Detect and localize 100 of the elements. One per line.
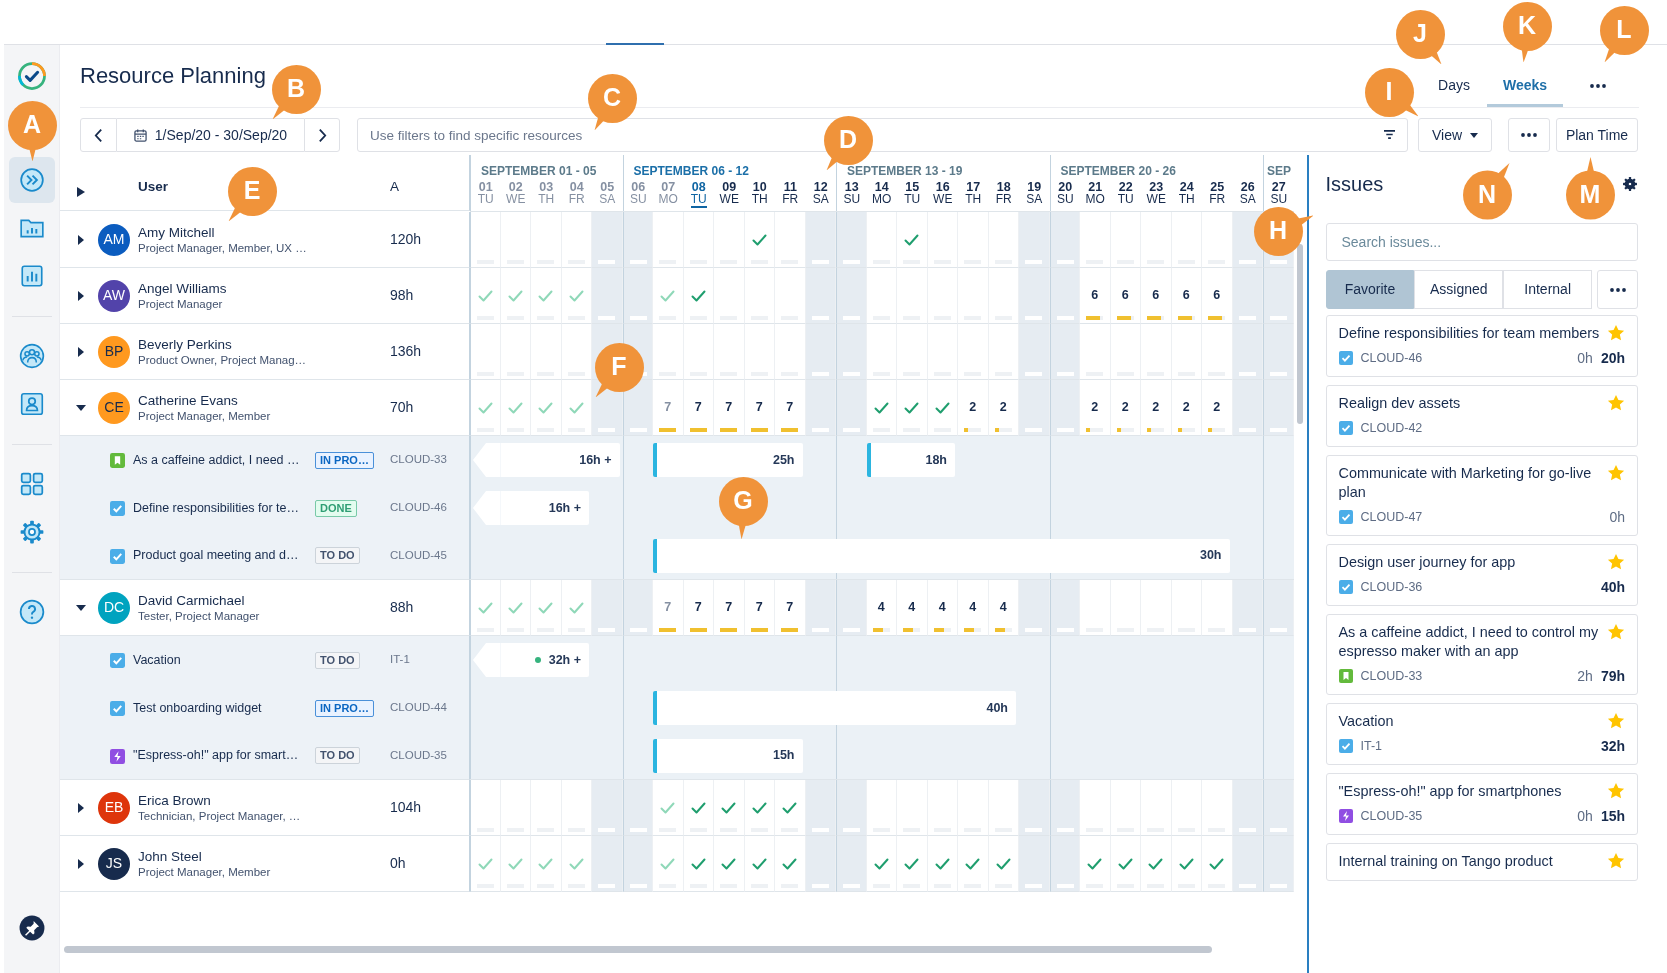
bar-segment[interactable] [653, 538, 684, 573]
filter-tab[interactable]: Internal [1503, 270, 1593, 309]
issue-card[interactable]: Realign dev assets CLOUD-42 [1325, 385, 1638, 447]
issue-card[interactable]: Design user journey for app CLOUD-36 40h [1325, 544, 1638, 606]
weekday-label: TH [965, 193, 982, 208]
time-spent: 0h [1577, 806, 1593, 826]
hours-value: 2 [1121, 399, 1129, 417]
issue-card[interactable]: Communicate with Marketing for go-live plan CLOUD-47 0h [1325, 455, 1638, 536]
view-tab[interactable]: Days [1424, 67, 1484, 107]
caret-icon[interactable] [76, 235, 86, 246]
issue-row[interactable]: Vacation TO DO IT-1 [60, 636, 470, 684]
bar-segment[interactable] [653, 443, 684, 477]
issue-row[interactable]: Product goal meeting and d… TO DO CLOUD-45 [60, 532, 470, 580]
previous-button[interactable] [80, 118, 117, 152]
user-roles: Technician, Project Manager, … [138, 808, 302, 823]
caret-icon [1470, 132, 1479, 138]
check-icon [690, 801, 706, 814]
issue-card[interactable]: Define responsibilities for team members CLOUD-46 0h 20h [1325, 315, 1638, 377]
day-cell [836, 268, 867, 324]
callout-tooltip: H [1253, 206, 1313, 256]
date-range-button[interactable]: 1/Sep/20 - 30/Sep/20 [117, 118, 304, 152]
bar-segment[interactable]: 16h + [531, 491, 589, 525]
filter-icon[interactable] [1383, 129, 1396, 140]
logo-icon [16, 61, 47, 91]
bar-segment[interactable]: 16h + [561, 443, 620, 477]
issue-row[interactable]: Test onboarding widget IN PRO… CLOUD-44 [60, 684, 470, 732]
caret-icon[interactable] [76, 347, 86, 358]
time-estimate: 20h [1600, 348, 1625, 368]
issue-row[interactable]: Define responsibilities for te… DONE CLOUD-46 [60, 484, 470, 532]
issue-key: CLOUD-33 [1360, 666, 1423, 686]
star-icon[interactable] [1607, 394, 1625, 412]
star-icon[interactable] [1607, 712, 1625, 730]
day-cell [866, 268, 897, 324]
check-icon [660, 801, 676, 814]
check-icon [965, 857, 981, 870]
scrollbar[interactable] [1296, 244, 1303, 424]
search-field[interactable]: Search issues... [1325, 223, 1638, 261]
time-estimate: 32h [1600, 736, 1625, 756]
hours-total: 104h [390, 798, 423, 817]
issue-title: "Espress-oh!" app for smart… [133, 747, 300, 765]
hours-value: 6 [1213, 287, 1221, 305]
hours-value: 2 [1091, 399, 1099, 417]
bar-segment[interactable]: 25h [744, 443, 803, 477]
expand-all-icon[interactable] [77, 187, 85, 197]
view-tab[interactable]: Weeks [1487, 67, 1563, 107]
bar-segment[interactable]: 30h [1171, 538, 1230, 573]
user-name: Erica Brown [138, 792, 212, 809]
day-cell [927, 268, 958, 324]
scrollbar[interactable] [64, 946, 1212, 953]
star-icon[interactable] [1607, 553, 1625, 571]
issue-card[interactable]: Internal training on Tango product [1325, 843, 1638, 881]
more-button[interactable] [1508, 118, 1550, 152]
user-name: Catherine Evans [138, 392, 239, 409]
check-icon [904, 401, 920, 414]
hours-value: 4 [908, 599, 916, 617]
caret-icon[interactable] [76, 859, 86, 870]
next-button[interactable] [304, 118, 340, 152]
check-icon [782, 857, 798, 870]
bar-segment[interactable] [653, 738, 684, 773]
issue-title: Test onboarding widget [133, 699, 263, 717]
status-label: IN PRO… [315, 451, 374, 469]
star-icon[interactable] [1607, 324, 1625, 342]
bar-segment[interactable]: 18h [897, 443, 955, 477]
issue-row[interactable]: As a caffeine addict, I need … IN PRO… CLOUD-33 [60, 436, 470, 484]
bar-segment[interactable]: 15h [744, 738, 803, 773]
tab-indicator [606, 43, 664, 45]
filter-tab[interactable]: Assigned [1414, 270, 1504, 309]
issue-card[interactable]: Vacation IT-1 32h [1325, 703, 1638, 765]
callout-tooltip: M [1565, 157, 1615, 220]
caret-icon[interactable] [76, 291, 86, 302]
hours-value: 7 [786, 599, 794, 617]
star-icon[interactable] [1607, 782, 1625, 800]
day-number: 08 [691, 181, 706, 193]
user-roles: Project Manager, Member, UX … [138, 240, 308, 255]
weekday-label: MO [872, 193, 892, 208]
star-icon[interactable] [1607, 852, 1625, 870]
weekday-label: TH [538, 193, 555, 208]
issue-row[interactable]: "Espress-oh!" app for smart… TO DO CLOUD-35 [60, 732, 470, 780]
star-icon[interactable] [1607, 464, 1625, 482]
view-dropdown[interactable]: View [1418, 118, 1492, 152]
hours-value: 7 [694, 399, 702, 417]
settings-icon[interactable] [1622, 176, 1638, 192]
bar-chart-icon [18, 263, 45, 289]
bar-segment[interactable] [866, 443, 897, 477]
bar-segment[interactable]: 40h [958, 691, 1016, 725]
filter-tab[interactable]: Favorite [1325, 270, 1415, 309]
user-name: David Carmichael [138, 592, 246, 609]
plan-time-button[interactable]: Plan Time [1556, 118, 1638, 152]
check-icon [873, 401, 889, 414]
issue-card[interactable]: "Espress-oh!" app for smartphones CLOUD-35 0h 15h [1325, 773, 1638, 835]
caret-icon[interactable] [76, 803, 86, 814]
bar-label: 16h + [579, 451, 612, 469]
issue-card[interactable]: As a caffeine addict, I need to control my espresso maker with an app CLOUD-33 2h 79h [1325, 614, 1638, 695]
check-icon [751, 801, 767, 814]
check-icon [934, 857, 950, 870]
more-button[interactable] [1597, 270, 1638, 309]
bar-segment[interactable] [653, 691, 684, 725]
bar-segment[interactable]: 32h + [531, 643, 589, 677]
star-icon[interactable] [1607, 623, 1625, 641]
day-cell [805, 268, 836, 324]
